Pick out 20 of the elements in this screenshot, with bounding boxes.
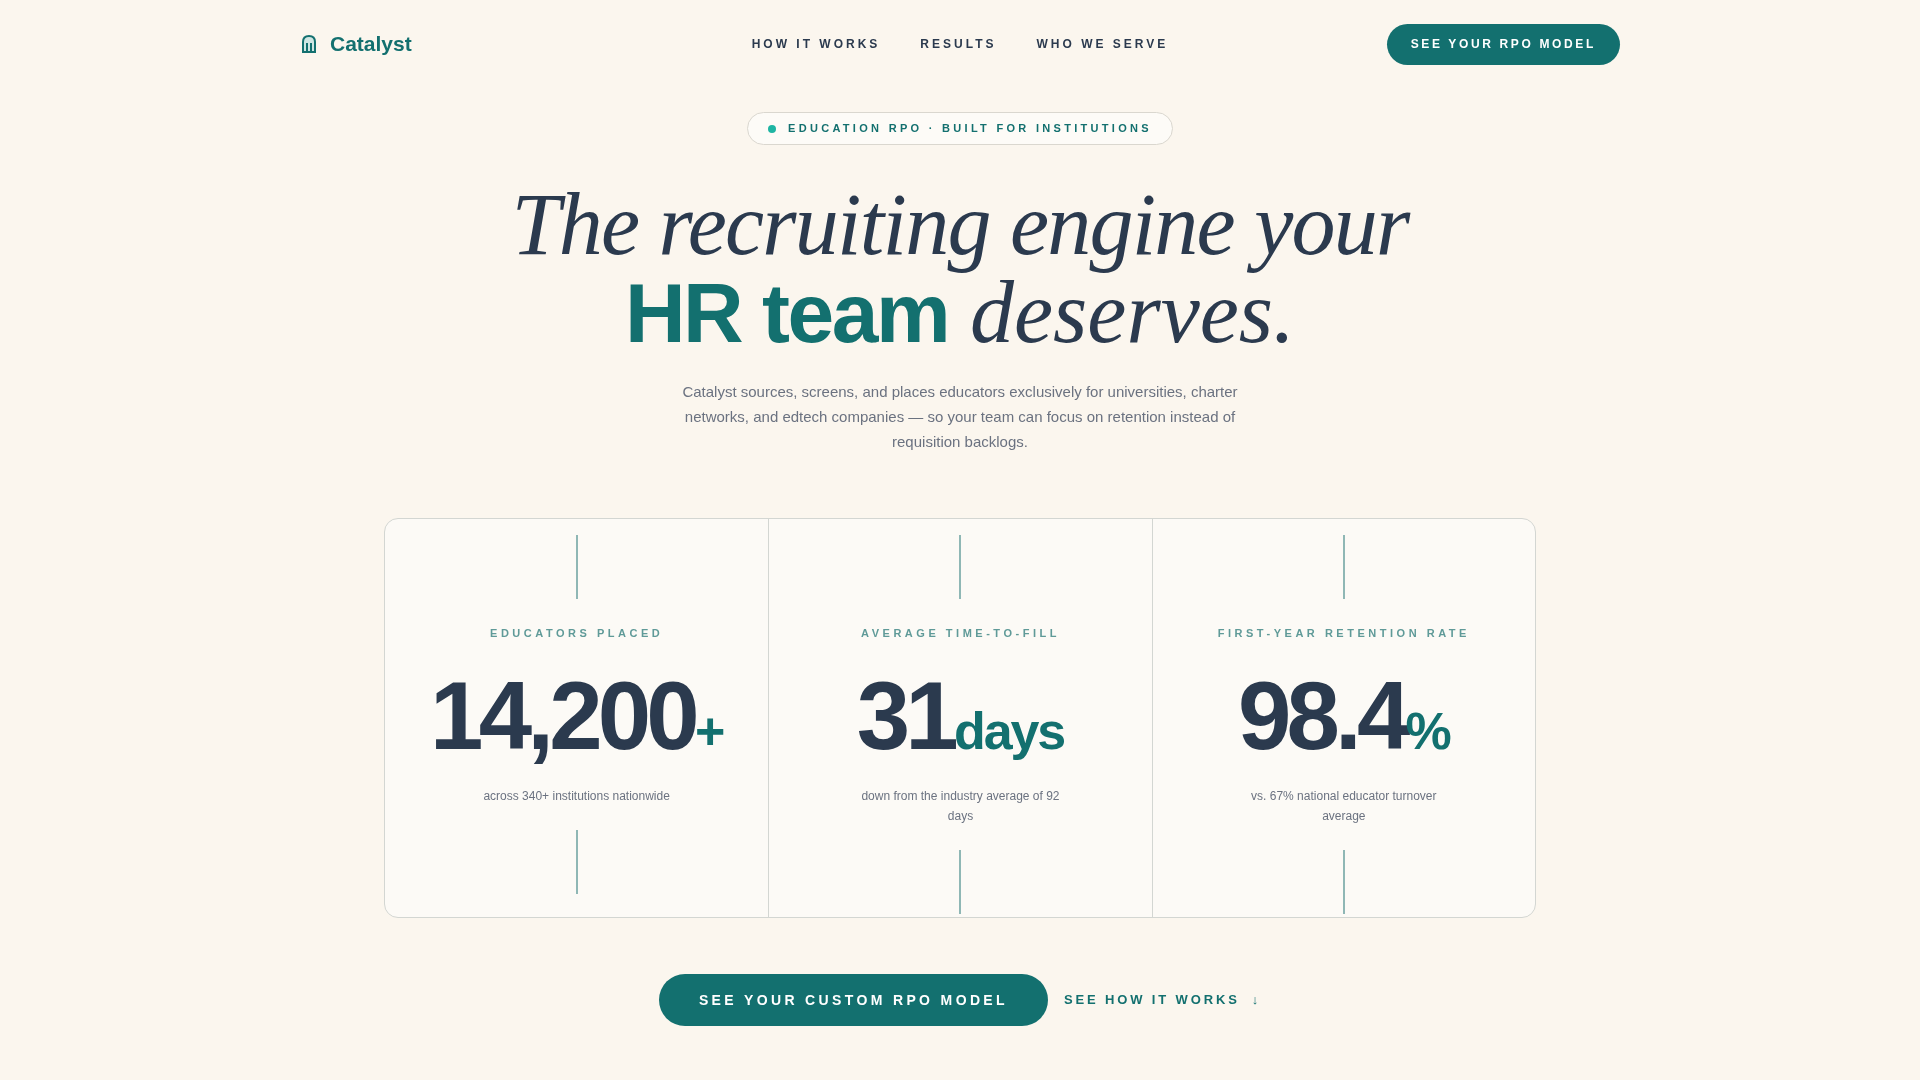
nav-link[interactable]: RESULTS xyxy=(920,35,997,53)
stat-value: 98.4 xyxy=(1237,667,1406,764)
how-it-works-link[interactable]: SEE HOW IT WORKS ↓ xyxy=(1063,990,1262,1010)
logo-icon xyxy=(300,34,318,54)
stat-label: AVERAGE TIME-TO-FILL xyxy=(861,626,1060,641)
nav-link[interactable]: WHO WE SERVE xyxy=(1036,35,1169,53)
badge-text: EDUCATION RPO · BUILT FOR INSTITUTIONS xyxy=(788,121,1152,137)
stat-unit: % xyxy=(1405,704,1450,757)
nav-link[interactable]: HOW IT WORKS xyxy=(751,35,881,53)
stat-note: across 340+ institutions nationwide xyxy=(482,787,671,805)
stat-value: 31 xyxy=(856,667,954,764)
stat-note: vs. 67% national educator turnover average xyxy=(1250,787,1438,825)
stat-value: 14,200 xyxy=(430,667,695,764)
custom-rpo-model-button[interactable]: SEE YOUR CUSTOM RPO MODEL xyxy=(658,974,1048,1026)
intro-paragraph: Catalyst sources, screens, and places educators exclusively for universities, charter networks, and edtech companies — so your team can focus on retention instead of requisition backlogs. xyxy=(681,382,1239,452)
stat-label: EDUCATORS PLACED xyxy=(490,626,664,641)
rpo-model-button[interactable]: SEE YOUR RPO MODEL xyxy=(1386,23,1620,65)
stat-label: FIRST-YEAR RETENTION RATE xyxy=(1217,626,1470,641)
stat-note: down from the industry average of 92 days xyxy=(860,787,1061,825)
brand-name[interactable]: Catalyst xyxy=(330,28,412,60)
